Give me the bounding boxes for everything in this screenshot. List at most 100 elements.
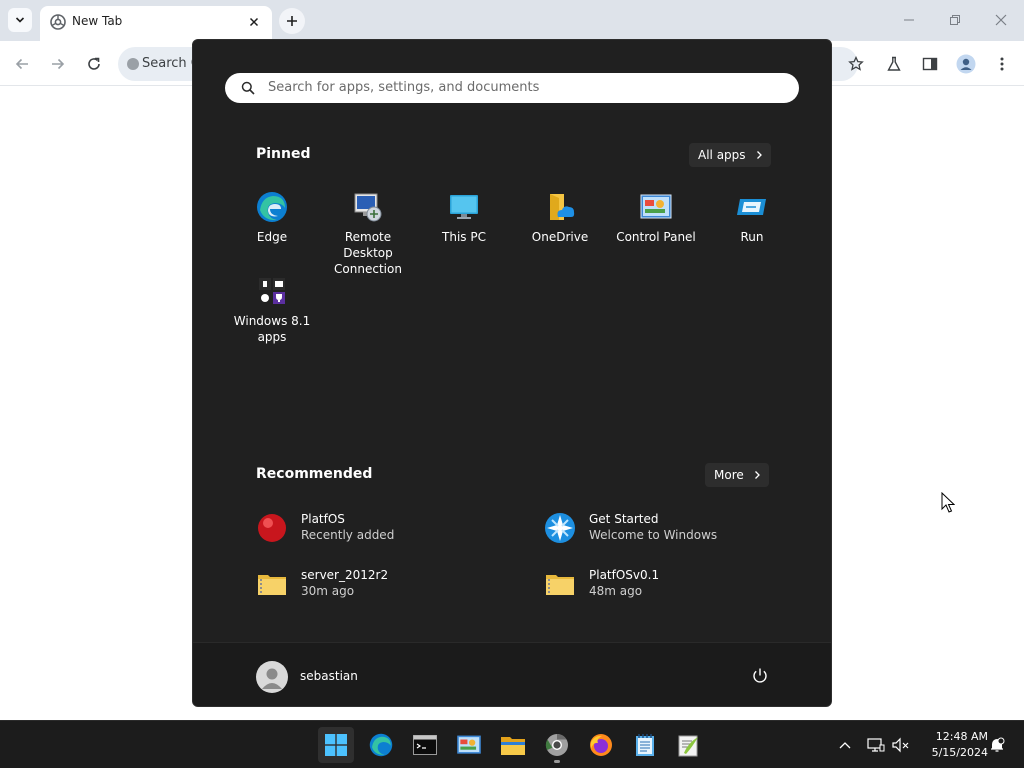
power-button[interactable] (747, 663, 773, 689)
browser-tab-strip: New Tab (0, 0, 1024, 41)
taskbar-terminal[interactable] (407, 727, 443, 763)
windows-apps-folder-icon (259, 278, 285, 304)
minimize-button[interactable] (894, 6, 924, 34)
bookmark-button[interactable] (843, 51, 869, 77)
search-placeholder: Search for apps, settings, and documents (268, 80, 540, 95)
taskbar-start-button[interactable] (318, 727, 354, 763)
taskbar-edge[interactable] (363, 727, 399, 763)
flask-icon (887, 56, 901, 71)
avatar[interactable] (256, 661, 288, 693)
restore-button[interactable] (940, 6, 970, 34)
more-button[interactable]: More (705, 463, 769, 487)
terminal-icon (413, 735, 437, 755)
firefox-icon (590, 734, 612, 756)
pinned-app-label: This PC (442, 230, 486, 244)
clock[interactable]: 12:48 AM 5/15/2024 (918, 729, 988, 761)
recommended-name: server_2012r2 (301, 568, 389, 582)
network-icon (867, 738, 885, 752)
control-panel-icon (457, 735, 481, 754)
edge-icon (257, 192, 287, 222)
pinned-app-label: OneDrive (531, 230, 589, 244)
running-indicator (554, 760, 560, 763)
pinned-app-label: Remote Desktop Connection (334, 230, 402, 276)
notepad-icon (636, 734, 654, 756)
user-name[interactable]: sebastian (300, 669, 358, 683)
taskbar-control-panel[interactable] (451, 727, 487, 763)
side-panel-icon (922, 57, 938, 71)
taskbar: 12:48 AM 5/15/2024 (0, 720, 1024, 768)
power-icon (753, 668, 767, 683)
remote-desktop-icon (354, 193, 382, 222)
recommended-subtitle: Welcome to Windows (589, 528, 718, 542)
clock-time: 12:48 AM (935, 730, 988, 743)
back-button[interactable] (9, 51, 35, 77)
chevron-right-icon (754, 471, 760, 479)
notepad-plus-icon (678, 735, 698, 757)
profile-icon (956, 54, 976, 74)
volume-button[interactable] (891, 735, 911, 755)
notification-bell-icon (991, 737, 1005, 752)
pinned-app-label: Run (740, 230, 764, 244)
chevron-up-icon (839, 742, 851, 749)
chrome-icon (545, 734, 568, 756)
control-panel-icon (640, 194, 672, 219)
labs-button[interactable] (881, 51, 907, 77)
tab-list-button[interactable] (8, 8, 32, 32)
start-menu: Search for apps, settings, and documents… (192, 39, 832, 707)
network-button[interactable] (866, 735, 886, 755)
new-tab-button[interactable] (279, 8, 305, 34)
browser-tab[interactable]: New Tab (40, 6, 272, 41)
start-footer: sebastian (193, 642, 831, 706)
clock-date: 5/15/2024 (931, 746, 988, 759)
taskbar-notepad[interactable] (627, 727, 663, 763)
browser-menu-button[interactable] (989, 51, 1015, 77)
taskbar-firefox[interactable] (583, 727, 619, 763)
pinned-app-label: Windows 8.1 apps (233, 314, 311, 344)
close-icon (995, 14, 1007, 26)
taskbar-notepad-plus[interactable] (671, 727, 707, 763)
chevron-down-icon (15, 17, 25, 23)
show-hidden-icons-button[interactable] (835, 735, 855, 755)
more-label: More (714, 468, 744, 482)
get-started-icon (545, 513, 575, 543)
start-icon (325, 734, 347, 756)
recommended-item-platfos[interactable]: PlatfOS Recently added (256, 510, 516, 546)
chevron-right-icon (756, 151, 762, 159)
pinned-app-label: Edge (256, 230, 288, 244)
kebab-menu-icon (1000, 57, 1004, 71)
zip-folder-icon (258, 575, 286, 595)
recommended-item-get-started[interactable]: Get Started Welcome to Windows (544, 510, 804, 546)
recommended-title: Recommended (256, 466, 373, 482)
recommended-item-server-2012r2[interactable]: server_2012r2 30m ago (256, 566, 516, 602)
taskbar-chrome[interactable] (539, 727, 575, 763)
recommended-item-platfosv0-1[interactable]: PlatfOSv0.1 48m ago (544, 566, 804, 602)
tab-close-button[interactable] (244, 12, 264, 32)
file-explorer-icon (501, 737, 525, 755)
close-window-button[interactable] (986, 6, 1016, 34)
onedrive-icon (550, 194, 575, 220)
recommended-name: PlatfOSv0.1 (589, 568, 660, 582)
minimize-icon (904, 19, 914, 21)
search-engine-icon (127, 58, 139, 70)
profile-button[interactable] (953, 51, 979, 77)
mouse-cursor-icon (941, 492, 955, 513)
reload-button[interactable] (81, 51, 107, 77)
recommended-name: Get Started (589, 512, 659, 526)
taskbar-file-explorer[interactable] (495, 727, 531, 763)
user-icon (262, 668, 282, 689)
notifications-button[interactable] (987, 735, 1007, 755)
side-panel-button[interactable] (917, 51, 943, 77)
start-search-input[interactable]: Search for apps, settings, and documents (225, 73, 799, 103)
all-apps-button[interactable]: All apps (689, 143, 771, 167)
all-apps-label: All apps (698, 148, 746, 162)
forward-button[interactable] (45, 51, 71, 77)
recommended-subtitle: 48m ago (589, 584, 643, 598)
run-icon (737, 199, 766, 215)
recommended-subtitle: Recently added (301, 528, 395, 542)
arrow-right-icon (52, 58, 65, 70)
recommended-name: PlatfOS (301, 512, 345, 526)
restore-icon (950, 15, 960, 25)
chrome-favicon-icon (50, 14, 66, 30)
pinned-app-label: Control Panel (616, 230, 696, 244)
monitor-icon (450, 195, 478, 219)
